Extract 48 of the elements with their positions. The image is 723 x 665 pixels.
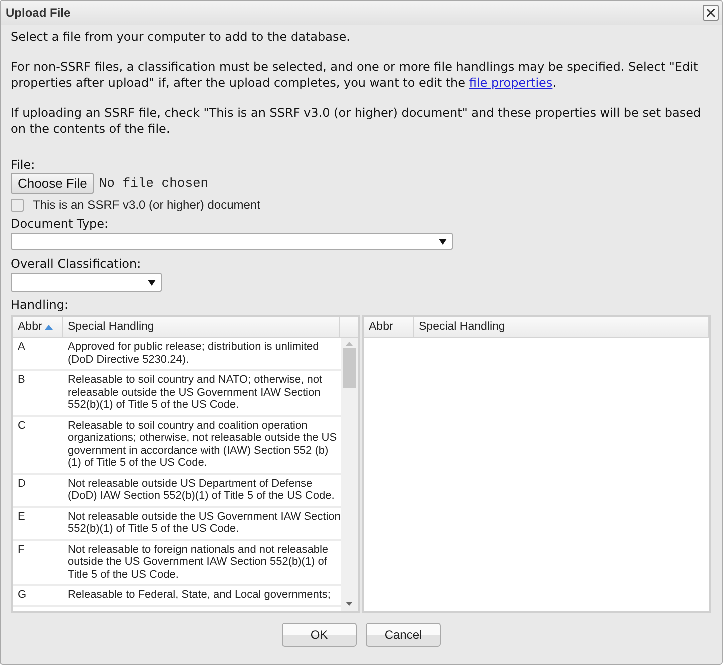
abbr-cell-text: C (17, 420, 27, 434)
handling-cell-text: Approved for public release; distribution is unlimited (DoD Directive 5230.24). (67, 341, 320, 366)
handling-cell-text: Not releasable outside US Department of Defense (DoD) IAW Section 552(b)(1) of Title 5 of the US Code. (67, 478, 336, 502)
document-type-label: Document Type: (11, 216, 110, 232)
scroll-down-icon (346, 602, 353, 606)
abbr-cell-text: G (17, 589, 28, 602)
table-row[interactable]: C Releasable to soil country and coalition operation organizations; otherwise, not releasable outside the US government in accordance with (IAW) Section 552 (b)(1) of Title 5 of the US Code. (13, 416, 341, 474)
abbr-cell-text: D (17, 478, 27, 492)
handling-cell-text: Releasable to soil country and NATO; otherwise, not releasable outside the US Government IAW Section 552(b)(1) of Title 5 of the US Code. (67, 374, 324, 412)
column-header[interactable]: Special Handling (63, 317, 340, 337)
abbr-cell-text: B (17, 374, 26, 388)
document-type-dropdown[interactable] (11, 233, 453, 250)
sort-ascending-icon (45, 324, 54, 330)
ssrf-checkbox[interactable] (11, 198, 24, 212)
instruction-paragraph: For non-SSRF files, a classification must be selected, and one or more file handlings may be specified. Select "Edit properties after upload" if, after the upload completes, you want to edit the file properties. (11, 59, 700, 91)
caret-icon (439, 238, 447, 244)
handling-cell-text: Releasable to Federal, State, and Local governments; (67, 589, 332, 602)
instruction-paragraph: Select a file from your computer to add to the database. (11, 29, 352, 45)
close-icon (707, 9, 715, 17)
choose-file-button[interactable]: Choose File (11, 173, 94, 194)
column-header[interactable]: Special Handling (414, 317, 709, 337)
file-properties-link[interactable]: file properties (469, 76, 553, 90)
abbr-cell-text: A (17, 341, 26, 355)
table-row[interactable]: D Not releasable outside US Department of Defense (DoD) IAW Section 552(b)(1) of Title 5 of the US Code. (13, 474, 341, 508)
table-row[interactable]: F Not releasable to foreign nationals and not releasable outside the US Government IAW Section 552(b)(1) of Title 5 of the US Code. (13, 540, 341, 586)
scroll-up-icon (346, 342, 353, 346)
classification-dropdown[interactable] (11, 273, 162, 292)
file-label: File: (11, 157, 36, 173)
abbr-cell-text: F (17, 544, 26, 558)
column-header[interactable]: Abbr (13, 317, 63, 337)
dialog-button[interactable]: Cancel (366, 623, 441, 647)
dialog-button[interactable]: OK (282, 623, 357, 647)
column-header[interactable]: Abbr (364, 317, 414, 337)
handling-label: Handling: (11, 297, 70, 313)
caret-icon (148, 280, 156, 286)
classification-label: Overall Classification: (11, 256, 142, 272)
scrollbar[interactable] (341, 338, 358, 611)
dialog-title: Upload File (6, 6, 71, 20)
close-button[interactable] (703, 5, 719, 21)
handling-cell-text: Not releasable to foreign nationals and not releasable outside the US Government IAW Section 552(b)(1) of Title 5 of the US Code. (67, 544, 330, 581)
instruction-paragraph: If uploading an SSRF file, check "This is an SSRF v3.0 (or higher) document" and these properties will be set based on the contents of the file. (11, 105, 702, 137)
abbr-cell-text: E (17, 510, 26, 524)
handling-cell-text: Releasable to soil country and coalition operation organizations; otherwise, not releasable outside the US government in accordance with (IAW) Section 552 (b)(1) of Title 5 of the US Code. (67, 420, 338, 470)
file-status: No file chosen (99, 176, 209, 191)
ssrf-checkbox-label: This is an SSRF v3.0 (or higher) document (33, 198, 260, 212)
scrollbar-thumb[interactable] (343, 348, 356, 388)
handling-cell-text: Not releasable outside the US Government IAW Section 552(b)(1) of Title 5 of the US Code. (67, 510, 341, 536)
table-row[interactable]: E Not releasable outside the US Government IAW Section 552(b)(1) of Title 5 of the US Code. (13, 508, 341, 540)
